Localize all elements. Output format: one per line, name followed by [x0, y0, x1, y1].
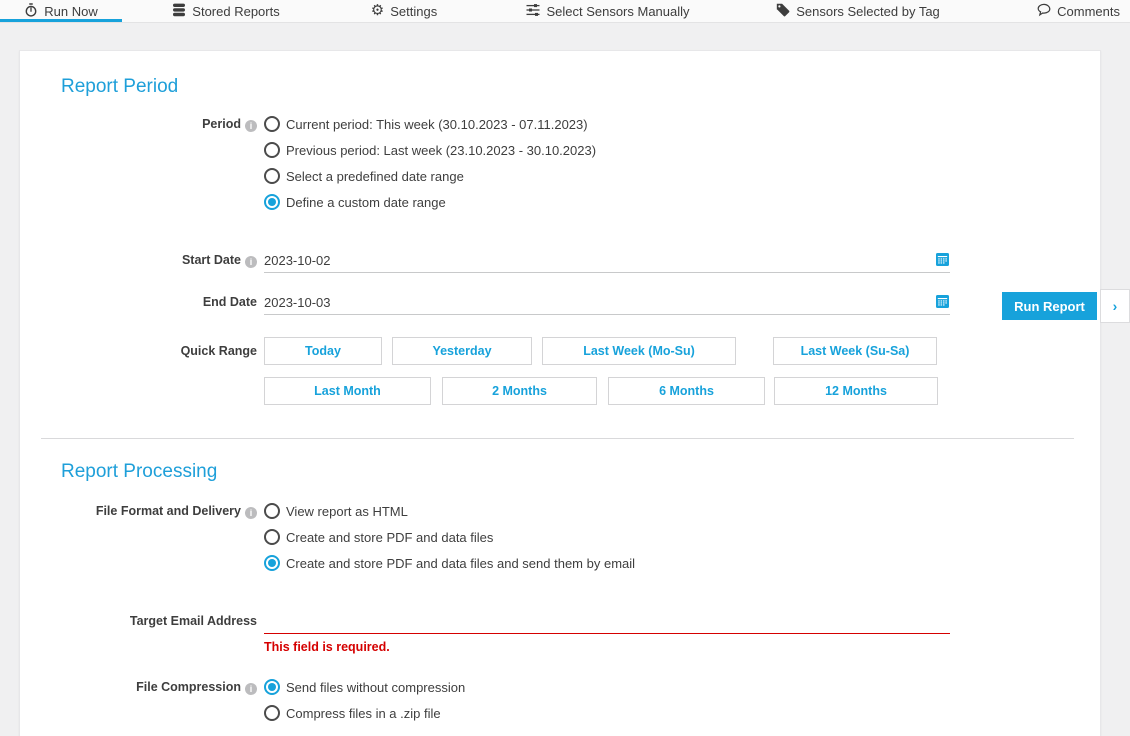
quick-range-row-2: Last Month 2 Months 6 Months 12 Months: [20, 377, 938, 405]
period-option-predefined[interactable]: Select a predefined date range: [264, 163, 596, 189]
radio-icon[interactable]: [264, 705, 280, 721]
quick-range-last-week-su-sa-button[interactable]: Last Week (Su-Sa): [773, 337, 937, 365]
period-option-custom[interactable]: Define a custom date range: [264, 189, 596, 215]
report-processing-heading: Report Processing: [61, 461, 217, 483]
tab-sensors-selected-by-tag[interactable]: Sensors Selected by Tag: [738, 0, 978, 22]
radio-icon[interactable]: [264, 116, 280, 132]
stopwatch-icon: [24, 3, 38, 20]
tab-bar: Run Now Stored Reports ⚙ Settings Select…: [0, 0, 1130, 23]
report-settings-panel: Report Period Periodi Current period: Th…: [19, 50, 1101, 736]
period-option-current[interactable]: Current period: This week (30.10.2023 - …: [264, 111, 596, 137]
end-date-value: 2023-10-03: [264, 295, 331, 310]
comment-icon: [1037, 3, 1051, 20]
start-date-label: Start Datei: [20, 248, 257, 272]
end-date-input[interactable]: 2023-10-03: [264, 290, 950, 315]
file-format-option-pdf-email[interactable]: Create and store PDF and data files and …: [264, 550, 635, 576]
start-date-value: 2023-10-02: [264, 253, 331, 268]
tab-label: Stored Reports: [192, 4, 279, 19]
quick-range-row-1: Quick Range Today Yesterday Last Week (M…: [20, 337, 937, 365]
tab-label: Run Now: [44, 4, 97, 19]
run-report-button[interactable]: Run Report: [1002, 292, 1097, 320]
section-divider: [41, 438, 1074, 439]
tab-label: Select Sensors Manually: [546, 4, 689, 19]
file-compression-option-none[interactable]: Send files without compression: [264, 674, 465, 700]
target-email-error: This field is required.: [264, 640, 390, 654]
tab-settings[interactable]: ⚙ Settings: [330, 0, 478, 22]
calendar-icon[interactable]: [936, 295, 949, 311]
chevron-right-icon: ›: [1113, 298, 1118, 314]
radio-icon[interactable]: [264, 142, 280, 158]
period-row: Periodi Current period: This week (30.10…: [20, 111, 596, 215]
target-email-row: Target Email Address: [20, 609, 950, 634]
file-compression-row: File Compressioni Send files without com…: [20, 674, 465, 726]
start-date-input[interactable]: 2023-10-02: [264, 248, 950, 273]
file-format-label: File Format and Deliveryi: [20, 498, 257, 524]
quick-range-2-months-button[interactable]: 2 Months: [442, 377, 597, 405]
quick-range-last-month-button[interactable]: Last Month: [264, 377, 431, 405]
report-period-heading: Report Period: [61, 76, 178, 98]
quick-range-yesterday-button[interactable]: Yesterday: [392, 337, 532, 365]
radio-selected-icon[interactable]: [264, 194, 280, 210]
period-option-previous[interactable]: Previous period: Last week (23.10.2023 -…: [264, 137, 596, 163]
panel-expand-handle[interactable]: ›: [1100, 289, 1130, 323]
end-date-row: End Date 2023-10-03: [20, 290, 950, 315]
period-label: Periodi: [20, 111, 257, 137]
target-email-input[interactable]: [264, 609, 950, 634]
radio-icon[interactable]: [264, 529, 280, 545]
file-format-row: File Format and Deliveryi View report as…: [20, 498, 635, 576]
target-email-label: Target Email Address: [20, 609, 257, 633]
tab-select-sensors-manually[interactable]: Select Sensors Manually: [478, 0, 738, 22]
end-date-label: End Date: [20, 290, 257, 314]
tab-label: Comments: [1057, 4, 1120, 19]
file-compression-option-zip[interactable]: Compress files in a .zip file: [264, 700, 465, 726]
info-icon[interactable]: i: [245, 507, 257, 519]
file-format-option-html[interactable]: View report as HTML: [264, 498, 635, 524]
quick-range-today-button[interactable]: Today: [264, 337, 382, 365]
tab-label: Settings: [390, 4, 437, 19]
info-icon[interactable]: i: [245, 120, 257, 132]
start-date-row: Start Datei 2023-10-02: [20, 248, 950, 273]
database-icon: [172, 3, 186, 20]
info-icon[interactable]: i: [245, 683, 257, 695]
radio-selected-icon[interactable]: [264, 555, 280, 571]
quick-range-6-months-button[interactable]: 6 Months: [608, 377, 765, 405]
file-compression-label: File Compressioni: [20, 674, 257, 700]
info-icon[interactable]: i: [245, 256, 257, 268]
file-format-option-pdf[interactable]: Create and store PDF and data files: [264, 524, 635, 550]
radio-icon[interactable]: [264, 503, 280, 519]
tag-icon: [776, 3, 790, 20]
gear-icon: ⚙: [371, 4, 384, 18]
tab-label: Sensors Selected by Tag: [796, 4, 940, 19]
quick-range-12-months-button[interactable]: 12 Months: [774, 377, 938, 405]
sliders-icon: [526, 3, 540, 20]
radio-icon[interactable]: [264, 168, 280, 184]
tab-stored-reports[interactable]: Stored Reports: [122, 0, 330, 22]
radio-selected-icon[interactable]: [264, 679, 280, 695]
quick-range-label: Quick Range: [20, 337, 257, 365]
calendar-icon[interactable]: [936, 253, 949, 269]
tab-run-now[interactable]: Run Now: [0, 0, 122, 22]
tab-comments[interactable]: Comments: [978, 0, 1130, 22]
quick-range-last-week-mo-su-button[interactable]: Last Week (Mo-Su): [542, 337, 736, 365]
